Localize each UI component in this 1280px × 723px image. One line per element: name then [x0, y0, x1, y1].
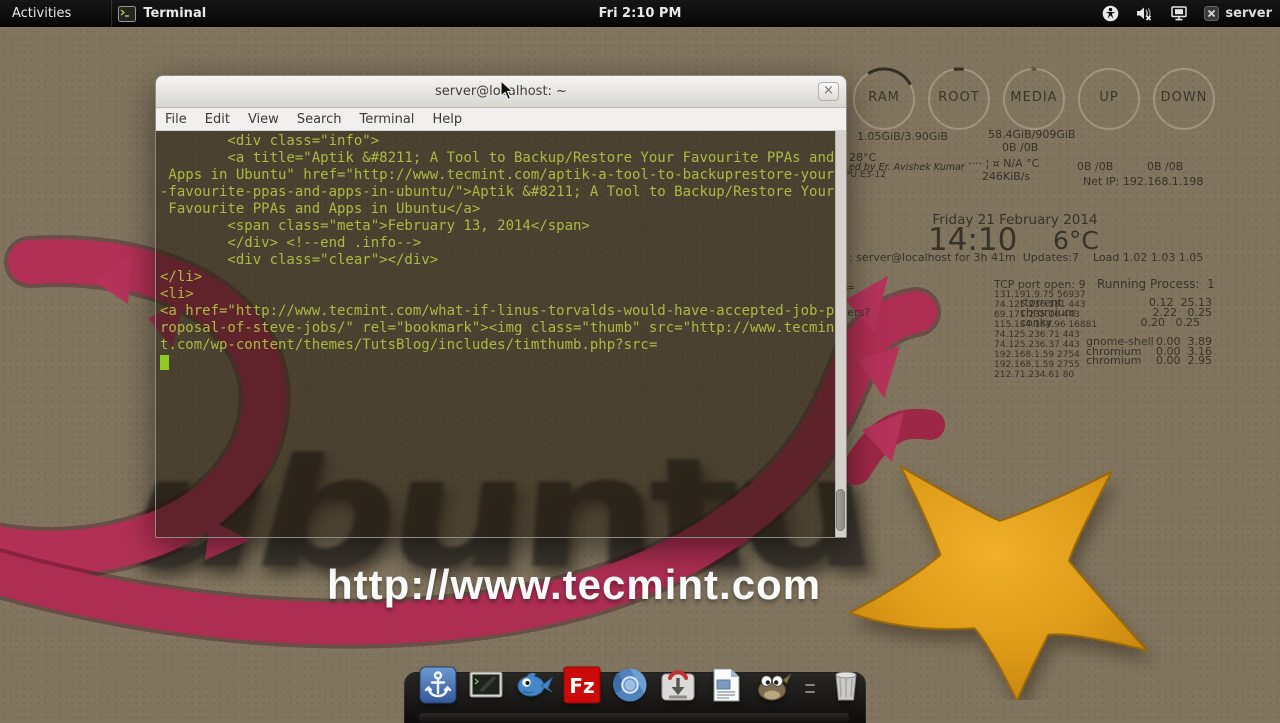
gauge-media-label: MEDIA: [1001, 90, 1067, 105]
terminal-window: server@localhost: ~ × File Edit View Sea…: [155, 75, 847, 538]
app-indicator-label: Terminal: [143, 6, 206, 21]
gauge-ram-label: RAM: [851, 90, 917, 105]
menu-file[interactable]: File: [156, 112, 196, 127]
terminal-content[interactable]: <div class="info"> <a title="Aptik &#821…: [156, 131, 846, 537]
process-values: 0.20 0.25: [1118, 316, 1200, 329]
terminal-icon: [467, 666, 505, 704]
tcp-connection: 74.125.236.71 443: [994, 330, 1080, 340]
terminal-cursor: [160, 355, 169, 370]
topbar-separator: [111, 0, 112, 27]
terminal-line: <a href="http://www.tecmint.com/what-if-…: [160, 303, 832, 320]
dock-item-docky[interactable]: [419, 666, 457, 704]
gauge-root: ROOT: [926, 66, 992, 132]
terminal-line: <span class="meta">February 13, 2014</sp…: [160, 218, 832, 235]
clock[interactable]: Fri 2:10 PM: [599, 6, 682, 21]
process-name: conky: [1020, 316, 1052, 329]
svg-text:Fz: Fz: [569, 674, 594, 698]
cpu-model-fragment: PU E3-12: [845, 170, 886, 180]
libreoffice-writer-icon: [707, 666, 745, 704]
gauge-root-label: ROOT: [926, 90, 992, 105]
dock-separator-handle[interactable]: [803, 666, 817, 704]
terminal-app-icon: [118, 6, 136, 22]
terminal-cursor-line: [160, 354, 832, 371]
terminal-menubar: File Edit View Search Terminal Help: [156, 108, 846, 131]
tcp-connection: 74.125.236.37 443: [994, 340, 1080, 350]
volume-muted-icon[interactable]: [1135, 5, 1154, 22]
user-menu[interactable]: server: [1204, 6, 1272, 21]
menu-help[interactable]: Help: [423, 112, 471, 127]
sensor-value: ···· ¦ ¤ N/A °C: [968, 157, 1039, 170]
dock-item-chromium[interactable]: [611, 666, 649, 704]
app-indicator[interactable]: Terminal: [118, 6, 206, 22]
desktop-text-fragment: =: [846, 281, 855, 294]
desktop: ubuntu http://www.: [0, 0, 1280, 723]
conky-gauges: RAM ROOT MEDIA UP DOWN: [851, 66, 1217, 132]
conky-status-line: : server@localhost for 3h 41m Updates:7 …: [849, 251, 1203, 264]
up-value: 0B /0B: [1077, 160, 1113, 173]
terminal-line: -favourite-ppas-and-apps-in-ubuntu/">Apt…: [160, 184, 832, 201]
menu-view[interactable]: View: [239, 112, 288, 127]
scrollbar-thumb[interactable]: [836, 489, 845, 531]
terminal-line: t.com/wp-content/themes/TutsBlog/include…: [160, 337, 832, 354]
mouse-pointer: [500, 80, 514, 101]
down-value: 0B /0B: [1147, 160, 1183, 173]
activities-button[interactable]: Activities: [12, 6, 71, 21]
gauge-up-label: UP: [1076, 90, 1142, 105]
gauge-down: DOWN: [1151, 66, 1217, 132]
menu-terminal[interactable]: Terminal: [350, 112, 423, 127]
process-title: Running Process: 1: [1097, 277, 1215, 291]
docky-anchor-icon: [419, 666, 457, 704]
ram-usage-value: 1.05GiB/3.90GiB: [857, 130, 948, 143]
terminal-line: Apps in Ubuntu" href="http://www.tecmint…: [160, 167, 832, 184]
user-status-icon: [1204, 6, 1219, 21]
process-values: 0.00 2.95: [1130, 354, 1212, 367]
system-status-area: server: [1102, 0, 1272, 27]
scrollbar[interactable]: [835, 131, 846, 537]
gauge-ram: RAM: [851, 66, 917, 132]
display-network-icon[interactable]: [1170, 5, 1188, 22]
terminal-line: </div> <!--end .info-->: [160, 235, 832, 252]
net-speed: 246KiB/s: [982, 170, 1030, 183]
terminal-line: <a title="Aptik &#8211; A Tool to Backup…: [160, 150, 832, 167]
dock-item-trash[interactable]: [827, 666, 865, 704]
dock-item-transmission[interactable]: [659, 666, 697, 704]
tcp-connection: 192.168.1.59 2755: [994, 360, 1080, 370]
terminal-line: <div class="clear"></div>: [160, 252, 832, 269]
dock-item-filezilla[interactable]: Fz: [563, 666, 601, 704]
terminal-line: </li>: [160, 269, 832, 286]
terminal-line: <div class="info">: [160, 133, 832, 150]
root-usage-value: 58.4GiB/909GiB: [988, 128, 1075, 141]
dock-item-bluefish[interactable]: [515, 666, 553, 704]
gauge-media: MEDIA: [1001, 66, 1067, 132]
menu-search[interactable]: Search: [288, 112, 351, 127]
username-label: server: [1225, 6, 1272, 21]
net-ip: Net IP: 192.168.1.198: [1083, 175, 1203, 188]
dock-item-writer[interactable]: [707, 666, 745, 704]
dock-item-gimp[interactable]: [755, 666, 793, 704]
tcp-connection: 192.168.1.59 2754: [994, 350, 1080, 360]
top-bar: Activities Terminal Fri 2:10 PM: [0, 0, 1280, 27]
dock-panel: Fz: [404, 672, 866, 723]
transmission-icon: [659, 666, 697, 704]
terminal-line: <li>: [160, 286, 832, 303]
chromium-icon: [611, 666, 649, 704]
terminal-output: <div class="info"> <a title="Aptik &#821…: [156, 131, 846, 371]
terminal-line: Favourite PPAs and Apps in Ubuntu</a>: [160, 201, 832, 218]
filezilla-icon: Fz: [563, 666, 601, 704]
dock-reflection: [419, 713, 849, 723]
bluefish-icon: [515, 666, 553, 704]
tcp-connection: 212.71.234.61 80: [994, 370, 1074, 380]
close-button[interactable]: ×: [818, 82, 839, 101]
accessibility-icon[interactable]: [1102, 5, 1119, 22]
desktop-text-fragment: ters?: [843, 306, 870, 319]
menu-edit[interactable]: Edit: [196, 112, 239, 127]
terminal-line: roposal-of-steve-jobs/" rel="bookmark"><…: [160, 320, 832, 337]
gauge-up: UP: [1076, 66, 1142, 132]
gimp-icon: [755, 666, 793, 704]
dock-item-terminal[interactable]: [467, 666, 505, 704]
media-usage-value: 0B /0B: [1002, 141, 1038, 154]
gauge-down-label: DOWN: [1151, 90, 1217, 105]
trash-icon: [827, 666, 865, 704]
